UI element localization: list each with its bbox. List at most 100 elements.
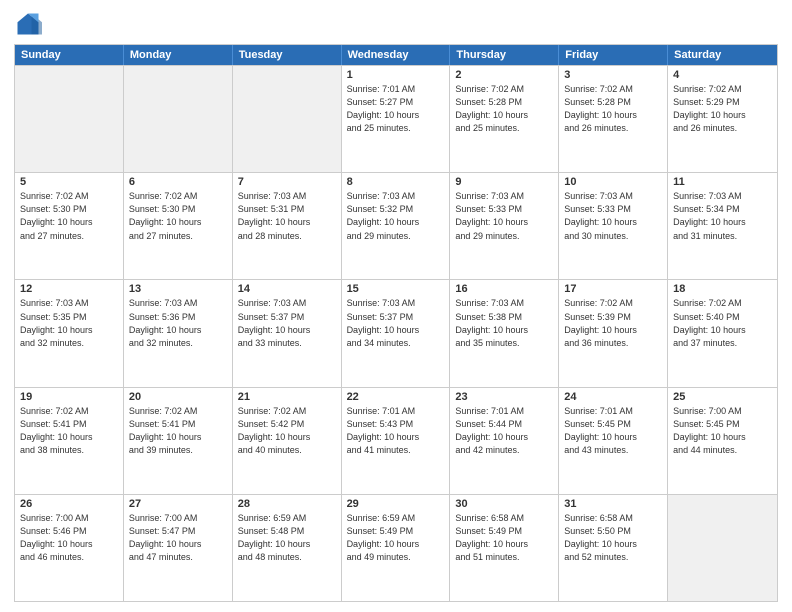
cell-line: Sunset: 5:46 PM (20, 525, 118, 537)
cell-line: Daylight: 10 hours (564, 538, 662, 550)
cell-line: Daylight: 10 hours (673, 109, 772, 121)
day-number: 6 (129, 176, 227, 188)
day-number: 29 (347, 498, 445, 510)
cell-line: Sunset: 5:31 PM (238, 203, 336, 215)
cell-line: Daylight: 10 hours (455, 216, 553, 228)
day-number: 7 (238, 176, 336, 188)
header-day-saturday: Saturday (668, 45, 777, 65)
day-cell-15: 15Sunrise: 7:03 AMSunset: 5:37 PMDayligh… (342, 280, 451, 386)
cell-line: Daylight: 10 hours (455, 109, 553, 121)
cell-line: Sunrise: 7:02 AM (673, 83, 772, 95)
day-cell-1: 1Sunrise: 7:01 AMSunset: 5:27 PMDaylight… (342, 66, 451, 172)
cell-line: Sunset: 5:38 PM (455, 311, 553, 323)
cell-line: Sunrise: 7:02 AM (673, 297, 772, 309)
cell-line: Sunrise: 6:59 AM (347, 512, 445, 524)
cell-line: and 37 minutes. (673, 337, 772, 349)
day-cell-29: 29Sunrise: 6:59 AMSunset: 5:49 PMDayligh… (342, 495, 451, 601)
day-cell-11: 11Sunrise: 7:03 AMSunset: 5:34 PMDayligh… (668, 173, 777, 279)
cell-line: Sunrise: 7:03 AM (347, 190, 445, 202)
header-day-tuesday: Tuesday (233, 45, 342, 65)
day-number: 4 (673, 69, 772, 81)
cell-line: Sunrise: 7:02 AM (455, 83, 553, 95)
cell-line: Sunset: 5:41 PM (20, 418, 118, 430)
cell-line: Daylight: 10 hours (238, 216, 336, 228)
day-number: 16 (455, 283, 553, 295)
day-cell-12: 12Sunrise: 7:03 AMSunset: 5:35 PMDayligh… (15, 280, 124, 386)
cell-line: Daylight: 10 hours (347, 431, 445, 443)
cell-line: Daylight: 10 hours (347, 538, 445, 550)
day-number: 10 (564, 176, 662, 188)
empty-cell (668, 495, 777, 601)
cell-line: Daylight: 10 hours (455, 324, 553, 336)
cell-line: and 48 minutes. (238, 551, 336, 563)
day-number: 9 (455, 176, 553, 188)
cell-line: Sunset: 5:41 PM (129, 418, 227, 430)
day-cell-19: 19Sunrise: 7:02 AMSunset: 5:41 PMDayligh… (15, 388, 124, 494)
cell-line: Sunset: 5:45 PM (564, 418, 662, 430)
cell-line: and 38 minutes. (20, 444, 118, 456)
cell-line: Sunrise: 7:03 AM (673, 190, 772, 202)
day-number: 28 (238, 498, 336, 510)
day-cell-17: 17Sunrise: 7:02 AMSunset: 5:39 PMDayligh… (559, 280, 668, 386)
calendar-body: 1Sunrise: 7:01 AMSunset: 5:27 PMDaylight… (15, 65, 777, 601)
cell-line: Sunrise: 7:02 AM (238, 405, 336, 417)
day-cell-4: 4Sunrise: 7:02 AMSunset: 5:29 PMDaylight… (668, 66, 777, 172)
cell-line: Daylight: 10 hours (238, 431, 336, 443)
logo-icon (14, 10, 42, 38)
cell-line: Sunset: 5:48 PM (238, 525, 336, 537)
cell-line: Sunset: 5:50 PM (564, 525, 662, 537)
cell-line: Sunrise: 7:01 AM (347, 83, 445, 95)
cell-line: Sunset: 5:49 PM (455, 525, 553, 537)
calendar-row-2: 12Sunrise: 7:03 AMSunset: 5:35 PMDayligh… (15, 279, 777, 386)
cell-line: and 32 minutes. (129, 337, 227, 349)
day-cell-7: 7Sunrise: 7:03 AMSunset: 5:31 PMDaylight… (233, 173, 342, 279)
header-day-thursday: Thursday (450, 45, 559, 65)
day-number: 14 (238, 283, 336, 295)
day-cell-8: 8Sunrise: 7:03 AMSunset: 5:32 PMDaylight… (342, 173, 451, 279)
cell-line: Sunset: 5:35 PM (20, 311, 118, 323)
cell-line: Sunset: 5:33 PM (455, 203, 553, 215)
cell-line: and 32 minutes. (20, 337, 118, 349)
empty-cell (233, 66, 342, 172)
day-number: 21 (238, 391, 336, 403)
day-number: 12 (20, 283, 118, 295)
cell-line: and 31 minutes. (673, 230, 772, 242)
cell-line: Sunrise: 7:03 AM (455, 190, 553, 202)
cell-line: Sunset: 5:47 PM (129, 525, 227, 537)
cell-line: Sunset: 5:30 PM (129, 203, 227, 215)
cell-line: and 35 minutes. (455, 337, 553, 349)
cell-line: Sunrise: 6:59 AM (238, 512, 336, 524)
day-number: 19 (20, 391, 118, 403)
day-number: 24 (564, 391, 662, 403)
day-cell-10: 10Sunrise: 7:03 AMSunset: 5:33 PMDayligh… (559, 173, 668, 279)
cell-line: Daylight: 10 hours (347, 109, 445, 121)
day-number: 17 (564, 283, 662, 295)
day-number: 23 (455, 391, 553, 403)
cell-line: and 46 minutes. (20, 551, 118, 563)
cell-line: Daylight: 10 hours (347, 216, 445, 228)
cell-line: Daylight: 10 hours (20, 431, 118, 443)
cell-line: Sunrise: 6:58 AM (564, 512, 662, 524)
cell-line: Sunset: 5:28 PM (455, 96, 553, 108)
day-cell-30: 30Sunrise: 6:58 AMSunset: 5:49 PMDayligh… (450, 495, 559, 601)
cell-line: Sunset: 5:33 PM (564, 203, 662, 215)
day-number: 11 (673, 176, 772, 188)
cell-line: Sunrise: 7:02 AM (564, 297, 662, 309)
cell-line: Daylight: 10 hours (129, 538, 227, 550)
cell-line: Sunrise: 7:03 AM (238, 297, 336, 309)
cell-line: Sunrise: 7:03 AM (455, 297, 553, 309)
cell-line: and 44 minutes. (673, 444, 772, 456)
cell-line: Sunrise: 7:02 AM (129, 190, 227, 202)
cell-line: Daylight: 10 hours (20, 324, 118, 336)
empty-cell (124, 66, 233, 172)
calendar: SundayMondayTuesdayWednesdayThursdayFrid… (14, 44, 778, 602)
cell-line: and 51 minutes. (455, 551, 553, 563)
day-cell-28: 28Sunrise: 6:59 AMSunset: 5:48 PMDayligh… (233, 495, 342, 601)
cell-line: Sunset: 5:42 PM (238, 418, 336, 430)
cell-line: and 30 minutes. (564, 230, 662, 242)
cell-line: and 40 minutes. (238, 444, 336, 456)
cell-line: and 26 minutes. (673, 122, 772, 134)
day-cell-5: 5Sunrise: 7:02 AMSunset: 5:30 PMDaylight… (15, 173, 124, 279)
cell-line: Daylight: 10 hours (347, 324, 445, 336)
day-cell-31: 31Sunrise: 6:58 AMSunset: 5:50 PMDayligh… (559, 495, 668, 601)
